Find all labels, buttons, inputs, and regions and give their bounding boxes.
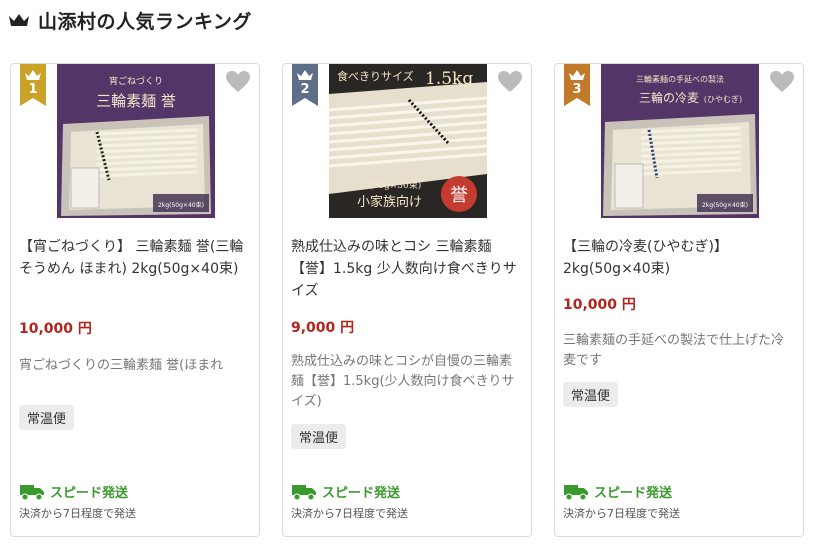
- product-name[interactable]: 【宵ごねづくり】 三輪素麺 誉(三輪そうめん ほまれ) 2kg(50g×40束): [19, 236, 251, 280]
- image-caption: 宵ごねづくり: [109, 75, 163, 87]
- shipping-note: 決済から7日程度で発送: [291, 507, 408, 520]
- image-caption: 三輪の冷麦: [639, 90, 699, 105]
- rank-badge: 2: [292, 64, 318, 106]
- favorite-heart-icon[interactable]: [497, 70, 523, 94]
- rank-badge: 3: [564, 64, 590, 106]
- rank-number: 3: [572, 82, 582, 97]
- delivery-tag: 常温便: [291, 424, 347, 449]
- shipping-label: スピード発送: [594, 486, 673, 501]
- product-image[interactable]: 三輪素麺の手延べの製法 三輪の冷麦 (ひやむぎ) 2kg(50g×40束): [601, 64, 759, 218]
- truck-icon: [564, 484, 588, 500]
- image-caption: (50g×30束): [369, 180, 421, 191]
- product-price: 10,000 円: [563, 297, 636, 313]
- product-name[interactable]: 【三輪の冷麦(ひやむぎ)】2kg(50g×40束): [563, 236, 795, 280]
- rank-number: 1: [28, 82, 38, 97]
- favorite-heart-icon[interactable]: [769, 70, 795, 94]
- favorite-heart-icon[interactable]: [225, 70, 251, 94]
- truck-icon: [20, 484, 44, 500]
- product-card-2[interactable]: 2 食べきりサイズ 1.5kg (50g×30束) 小家族向け 誉 熟成仕込みの…: [282, 63, 532, 537]
- product-price: 9,000 円: [291, 320, 355, 336]
- product-price: 10,000 円: [19, 321, 92, 337]
- image-caption: 2kg(50g×40束): [158, 201, 204, 209]
- shipping-note: 決済から7日程度で発送: [19, 507, 136, 520]
- product-description: 宵ごねづくりの三輪素麺 誉(ほまれ: [19, 358, 224, 373]
- product-description: 三輪素麺の手延べの製法で仕上げた冷麦です: [563, 333, 785, 368]
- rank-badge: 1: [20, 64, 46, 106]
- delivery-tag: 常温便: [19, 405, 75, 430]
- delivery-tag: 常温便: [563, 382, 619, 407]
- speed-shipping: スピード発送: [291, 482, 400, 501]
- shipping-label: スピード発送: [50, 486, 129, 501]
- image-caption: 三輪素麺の手延べの製法: [636, 74, 724, 84]
- shipping-label: スピード発送: [322, 486, 401, 501]
- product-name[interactable]: 熟成仕込みの味とコシ 三輪素麺【誉】1.5kg 少人数向け食べきりサイズ: [291, 236, 523, 302]
- image-caption: 2kg(50g×40束): [702, 201, 748, 209]
- product-image[interactable]: 宵ごねづくり 三輪素麺 誉 2kg(50g×40束): [57, 64, 215, 218]
- product-image[interactable]: 食べきりサイズ 1.5kg (50g×30束) 小家族向け 誉: [329, 64, 487, 218]
- rank-number: 2: [300, 82, 310, 97]
- ranking-header: 山添村の人気ランキング: [8, 4, 252, 36]
- speed-shipping: スピード発送: [19, 482, 128, 501]
- crown-icon: [9, 14, 29, 26]
- shipping-note: 決済から7日程度で発送: [563, 507, 680, 520]
- image-caption: 1.5kg: [425, 69, 473, 89]
- image-caption: (ひやむぎ): [704, 94, 742, 104]
- image-caption: 食べきりサイズ: [337, 69, 414, 83]
- truck-icon: [292, 484, 316, 500]
- image-caption: 三輪素麺 誉: [96, 92, 176, 110]
- image-caption: 小家族向け: [357, 194, 422, 210]
- product-description: 熟成仕込みの味とコシが自慢の三輪素麺【誉】1.5kg(少人数向け食べきりサイズ): [291, 354, 515, 409]
- speed-shipping: スピード発送: [563, 482, 672, 501]
- product-card-3[interactable]: 3 三輪素麺の手延べの製法 三輪の冷麦 (ひやむぎ) 2kg(50g×40束) …: [554, 63, 804, 537]
- product-card-1[interactable]: 1 宵ごねづくり 三輪素麺 誉 2kg(50g×40束) 【宵ごねづくり】 三輪…: [10, 63, 260, 537]
- image-seal: 誉: [450, 185, 468, 206]
- page-title: 山添村の人気ランキング: [38, 10, 252, 33]
